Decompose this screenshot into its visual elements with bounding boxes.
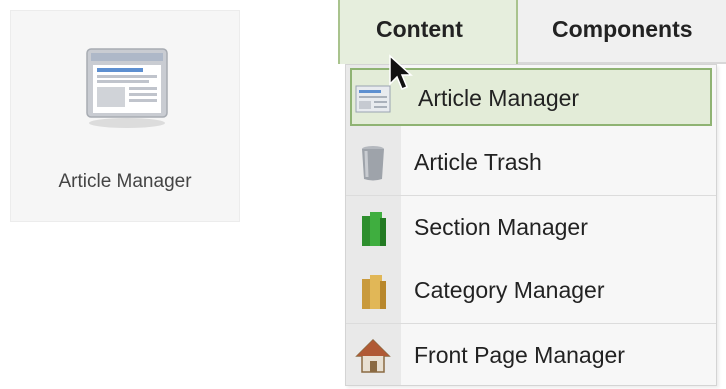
content-dropdown-menu: Article Manager Article Trash Section Ma… bbox=[345, 64, 717, 386]
menu-item-section-manager[interactable]: Section Manager bbox=[346, 195, 716, 259]
section-books-icon bbox=[354, 208, 392, 248]
menu-item-article-trash[interactable]: Article Trash bbox=[346, 131, 716, 195]
quick-icon-label: Article Manager bbox=[58, 171, 192, 192]
mouse-cursor-icon bbox=[388, 54, 414, 99]
menu-item-label: Category Manager bbox=[414, 277, 605, 303]
trash-can-icon bbox=[354, 143, 392, 183]
menu-item-label: Section Manager bbox=[414, 214, 588, 240]
tab-components[interactable]: Components bbox=[518, 0, 726, 64]
menu-item-front-page-manager[interactable]: Front Page Manager bbox=[346, 323, 716, 387]
article-manager-icon bbox=[354, 78, 392, 118]
home-icon bbox=[354, 336, 392, 376]
menu-item-label: Front Page Manager bbox=[414, 342, 625, 368]
menu-item-category-manager[interactable]: Category Manager bbox=[346, 259, 716, 323]
category-books-icon bbox=[354, 271, 392, 311]
menu-item-label: Article Trash bbox=[414, 149, 542, 175]
article-manager-quick-icon[interactable]: Article Manager bbox=[10, 10, 240, 222]
menu-item-label: Article Manager bbox=[418, 85, 580, 111]
article-manager-icon bbox=[83, 43, 171, 136]
tab-content[interactable]: Content bbox=[338, 0, 518, 64]
